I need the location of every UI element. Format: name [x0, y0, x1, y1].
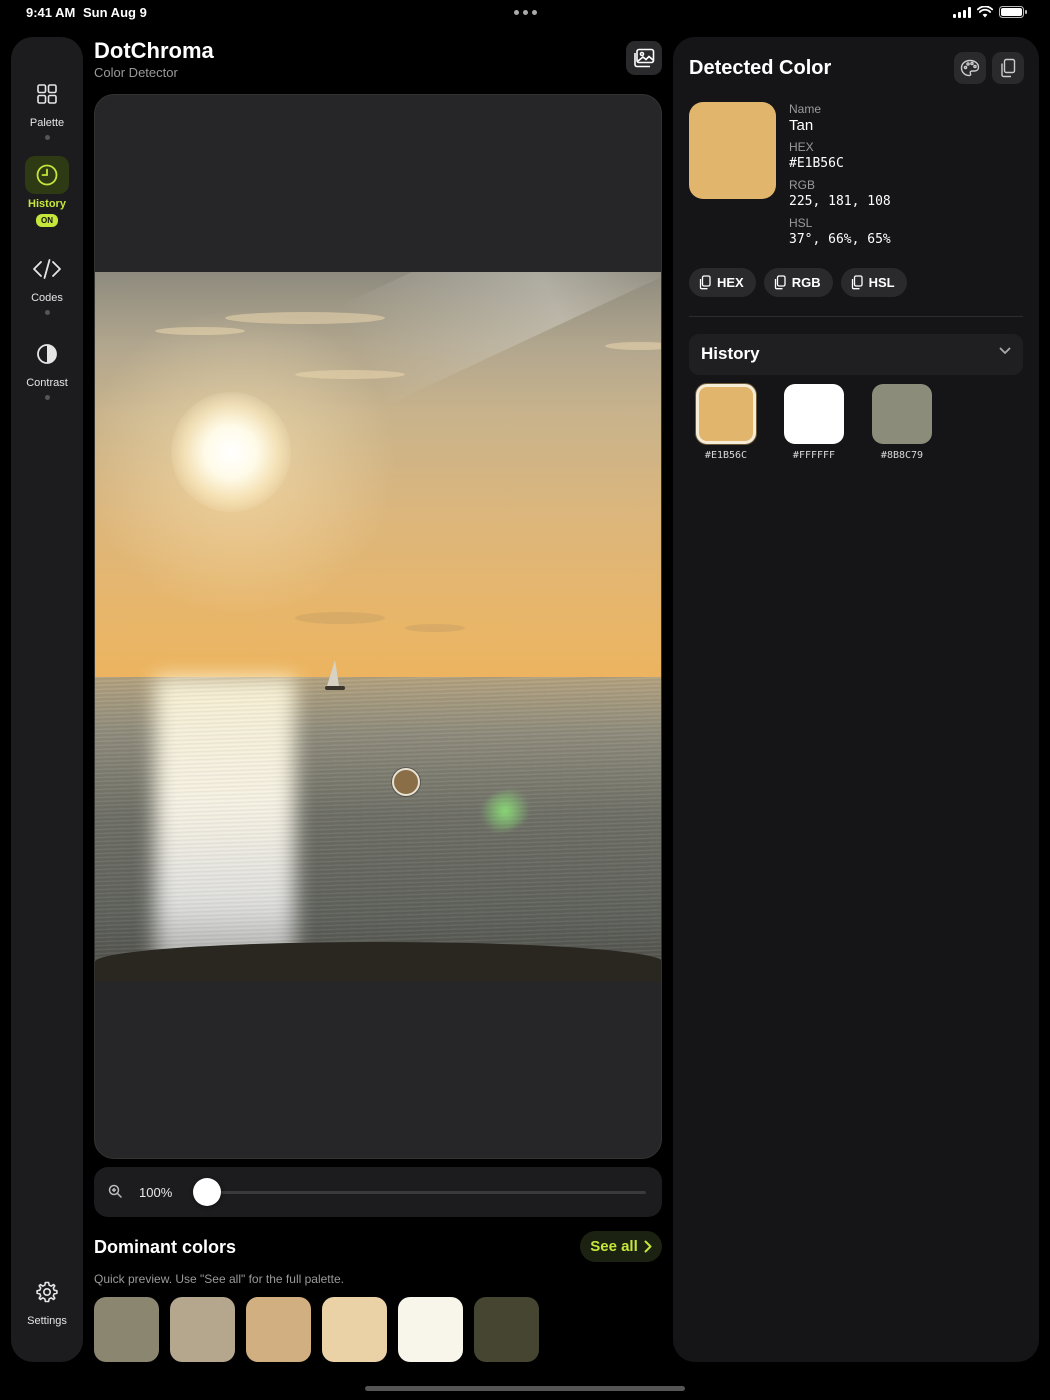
- gear-icon: [36, 1281, 58, 1303]
- panel-divider: [689, 316, 1023, 317]
- history-on-badge: ON: [36, 214, 58, 227]
- cellular-signal-icon: [953, 6, 971, 18]
- zoom-control: 100%: [94, 1167, 662, 1217]
- dominant-swatch[interactable]: [474, 1297, 539, 1362]
- sidebar-item-settings[interactable]: Settings: [11, 1273, 83, 1327]
- copy-all-button[interactable]: [992, 52, 1024, 84]
- zoom-icon: [108, 1184, 122, 1198]
- sidebar-item-palette[interactable]: Palette: [11, 75, 83, 140]
- rgb-value: 225, 181, 108: [789, 194, 891, 209]
- history-item[interactable]: #E1B56C: [695, 384, 757, 461]
- color-picker-cursor[interactable]: [392, 768, 420, 796]
- copy-hex-button[interactable]: HEX: [689, 268, 756, 297]
- sidebar-item-label: History: [28, 198, 66, 210]
- clock-icon: [36, 164, 58, 186]
- history-section-header[interactable]: History: [689, 334, 1023, 375]
- detected-color-swatch[interactable]: [689, 102, 776, 199]
- palette-icon: [960, 59, 980, 77]
- status-bar: 9:41 AM Sun Aug 9: [0, 0, 1050, 26]
- battery-icon: [999, 6, 1027, 18]
- zoom-slider-thumb[interactable]: [192, 1178, 221, 1206]
- copy-icon: [851, 275, 863, 290]
- sidebar: Palette History ON Codes Contrast Settin…: [11, 37, 83, 1362]
- dominant-swatch[interactable]: [398, 1297, 463, 1362]
- copy-icon: [1001, 58, 1016, 78]
- hex-label: HEX: [789, 140, 814, 154]
- copy-hsl-label: HSL: [868, 275, 895, 290]
- history-swatch: [872, 384, 932, 444]
- dominant-swatch[interactable]: [246, 1297, 311, 1362]
- home-indicator[interactable]: [365, 1386, 685, 1391]
- sidebar-dot: [44, 310, 50, 315]
- history-items: #E1B56C #FFFFFF #8B8C79: [695, 384, 933, 461]
- contrast-icon: [37, 344, 57, 364]
- zoom-slider-track[interactable]: [198, 1191, 646, 1194]
- zoom-value: 100%: [139, 1185, 173, 1200]
- photo-sky: [95, 272, 661, 677]
- copy-hsl-button[interactable]: HSL: [840, 268, 907, 297]
- copy-rgb-button[interactable]: RGB: [763, 268, 833, 297]
- history-title: History: [701, 344, 760, 363]
- name-label: Name: [789, 102, 822, 116]
- rgb-label: RGB: [789, 178, 816, 192]
- sidebar-item-label: Palette: [29, 117, 65, 129]
- dominant-swatch[interactable]: [170, 1297, 235, 1362]
- see-all-button[interactable]: See all: [580, 1231, 662, 1262]
- photo-library-button[interactable]: [626, 41, 662, 75]
- history-swatch: [784, 384, 844, 444]
- copy-icon: [699, 275, 711, 290]
- sunset-photo[interactable]: [95, 272, 661, 982]
- hsl-label: HSL: [789, 216, 813, 230]
- chevron-down-icon: [999, 347, 1011, 354]
- copy-rgb-label: RGB: [791, 275, 821, 290]
- status-date: Sun Aug 9: [83, 5, 147, 20]
- sidebar-item-history[interactable]: History ON: [11, 156, 83, 227]
- copy-icon: [774, 275, 786, 290]
- sidebar-dot: [44, 135, 50, 140]
- chevron-right-icon: [644, 1240, 652, 1253]
- see-all-label: See all: [590, 1238, 638, 1255]
- history-hex-label: #FFFFFF: [792, 450, 836, 461]
- color-name: Tan: [789, 117, 814, 134]
- history-hex-label: #E1B56C: [704, 450, 748, 461]
- hsl-value: 37°, 66%, 65%: [789, 232, 891, 247]
- status-indicators: [953, 6, 1027, 18]
- sailboat: [327, 660, 339, 686]
- color-info: Name Tan HEX #E1B56C RGB 225, 181, 108 H…: [789, 102, 891, 254]
- code-icon: [33, 259, 61, 279]
- photo-sea: [95, 677, 661, 982]
- sidebar-item-contrast[interactable]: Contrast: [11, 335, 83, 400]
- dominant-swatch[interactable]: [322, 1297, 387, 1362]
- hex-value: #E1B56C: [789, 156, 844, 171]
- app-subtitle: Color Detector: [94, 65, 178, 80]
- history-swatch: [696, 384, 756, 444]
- sidebar-item-label: Contrast: [26, 377, 68, 389]
- copy-hex-label: HEX: [717, 275, 744, 290]
- copy-buttons-row: HEX RGB HSL: [689, 268, 907, 297]
- status-time: 9:41 AM: [26, 5, 76, 20]
- sidebar-item-label: Codes: [31, 292, 63, 304]
- photos-icon: [634, 48, 655, 68]
- history-hex-label: #8B8C79: [880, 450, 924, 461]
- dominant-colors-subtitle: Quick preview. Use "See all" for the ful…: [94, 1272, 344, 1286]
- image-canvas[interactable]: [94, 94, 662, 1159]
- photo-shore: [95, 942, 661, 982]
- sidebar-dot: [44, 395, 50, 400]
- dominant-colors-title: Dominant colors: [94, 1237, 237, 1257]
- detected-color-panel: Detected Color Name Tan HEX #E1B56C RGB …: [673, 37, 1039, 1362]
- history-item[interactable]: #FFFFFF: [783, 384, 845, 461]
- multitasking-dots-icon[interactable]: [514, 10, 537, 15]
- sidebar-item-codes[interactable]: Codes: [11, 250, 83, 315]
- wifi-icon: [977, 6, 993, 18]
- palette-button[interactable]: [954, 52, 986, 84]
- history-item[interactable]: #8B8C79: [871, 384, 933, 461]
- dominant-swatches: [94, 1297, 539, 1362]
- detected-color-title: Detected Color: [689, 57, 832, 79]
- app-title: DotChroma: [94, 38, 214, 63]
- sidebar-item-label: Settings: [27, 1315, 67, 1327]
- dominant-swatch[interactable]: [94, 1297, 159, 1362]
- grid-icon: [37, 84, 57, 104]
